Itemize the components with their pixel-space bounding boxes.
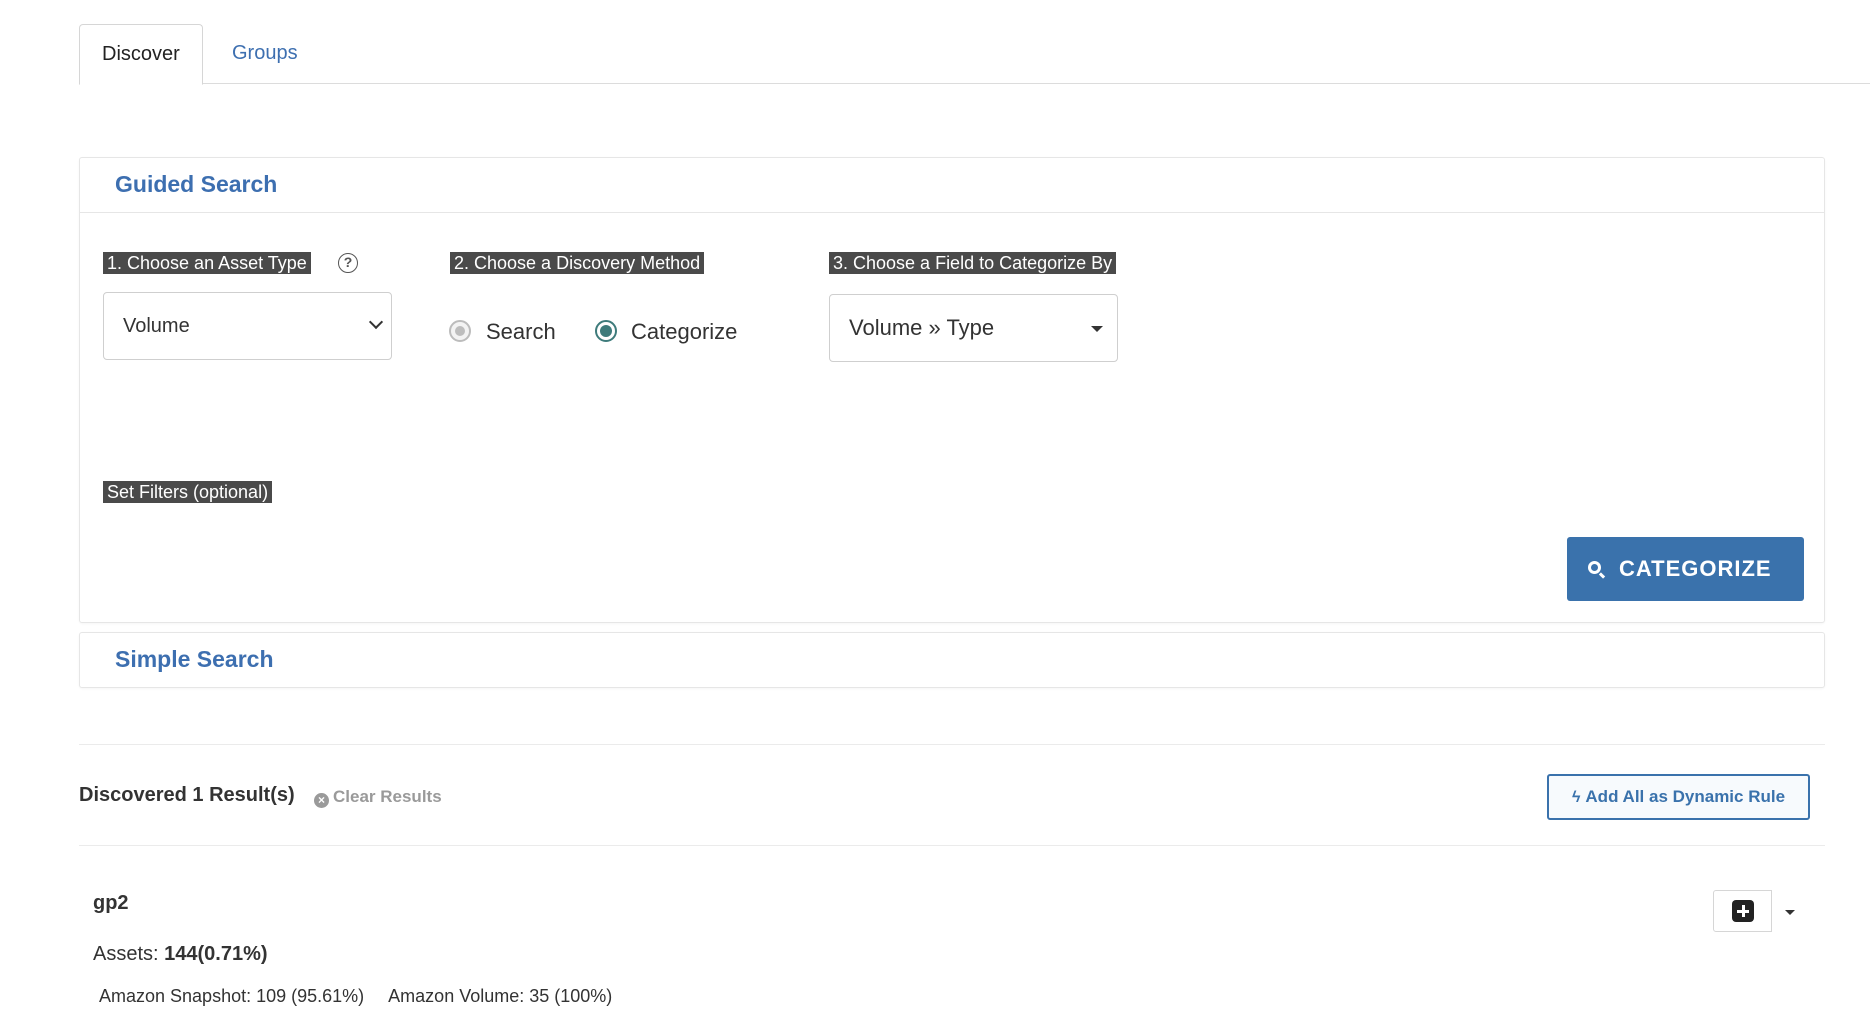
categorize-button-label: CATEGORIZE bbox=[1619, 556, 1772, 581]
times-circle-icon: × bbox=[314, 793, 329, 808]
add-to-group-button[interactable] bbox=[1713, 890, 1772, 932]
breakdown-volume: Amazon Volume: 35 (100%) bbox=[388, 986, 613, 1006]
add-all-dynamic-rule-button[interactable]: ϟ Add All as Dynamic Rule bbox=[1547, 774, 1810, 820]
assets-value: 144(0.71%) bbox=[164, 943, 268, 965]
result-action-group bbox=[1713, 890, 1803, 932]
tab-bar: Discover Groups bbox=[79, 24, 1870, 85]
categorize-field-select[interactable]: Volume » Type bbox=[829, 294, 1118, 362]
guided-search-panel: Guided Search bbox=[79, 157, 1825, 623]
question-circle-icon[interactable]: ? bbox=[338, 253, 358, 273]
divider bbox=[79, 845, 1825, 846]
simple-search-header[interactable]: Simple Search bbox=[80, 633, 1824, 688]
tab-discover[interactable]: Discover bbox=[79, 24, 203, 85]
radio-categorize[interactable] bbox=[595, 320, 617, 342]
categorize-button[interactable]: CATEGORIZE bbox=[1567, 537, 1804, 601]
guided-search-header[interactable]: Guided Search bbox=[80, 158, 1824, 213]
clear-results-link[interactable]: × Clear Results bbox=[314, 787, 442, 808]
assets-label: Assets: bbox=[93, 943, 159, 965]
results-title: Discovered 1 Result(s) bbox=[79, 784, 295, 806]
asset-type-select[interactable]: Volume bbox=[103, 292, 392, 360]
tab-groups[interactable]: Groups bbox=[210, 24, 320, 84]
set-filters-label: Set Filters (optional) bbox=[103, 481, 273, 503]
result-item-breakdown: Amazon Snapshot: 109 (95.61%) Amazon Volu… bbox=[99, 986, 612, 1007]
clear-results-label: Clear Results bbox=[333, 787, 442, 806]
breakdown-snapshot: Amazon Snapshot: 109 (95.61%) bbox=[99, 986, 365, 1006]
caret-down-icon bbox=[1785, 910, 1795, 915]
add-all-dynamic-rule-label: Add All as Dynamic Rule bbox=[1585, 787, 1786, 806]
radio-search[interactable] bbox=[449, 320, 471, 342]
divider bbox=[79, 744, 1825, 745]
caret-down-icon bbox=[1091, 326, 1103, 332]
bolt-icon: ϟ bbox=[1571, 789, 1581, 806]
simple-search-panel: Simple Search bbox=[79, 632, 1825, 688]
chevron-down-icon bbox=[368, 314, 384, 330]
categorize-field-value: Volume » Type bbox=[849, 315, 995, 340]
result-item-assets: Assets: 144(0.71%) bbox=[93, 943, 268, 966]
result-item-name: gp2 bbox=[93, 892, 129, 914]
plus-square-icon bbox=[1732, 900, 1754, 922]
step3-label: 3. Choose a Field to Categorize By bbox=[829, 252, 1117, 274]
radio-search-label[interactable]: Search bbox=[486, 319, 556, 345]
radio-categorize-label[interactable]: Categorize bbox=[631, 319, 737, 345]
asset-type-value: Volume bbox=[123, 315, 190, 337]
result-actions-dropdown[interactable] bbox=[1772, 890, 1803, 932]
search-icon bbox=[1588, 561, 1601, 574]
step1-label: 1. Choose an Asset Type bbox=[103, 252, 311, 274]
step2-label: 2. Choose a Discovery Method bbox=[450, 252, 705, 274]
